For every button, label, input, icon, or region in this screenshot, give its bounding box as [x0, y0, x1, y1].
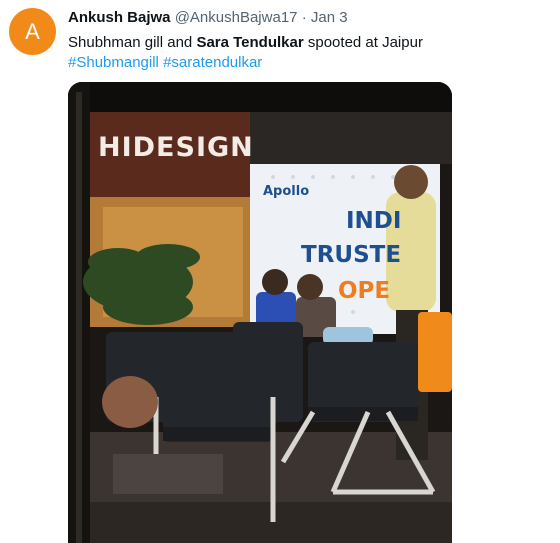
tweet-date[interactable]: Jan 3 [311, 9, 348, 26]
tweet-text-part2: spooted at Jaipur [303, 34, 423, 51]
avatar-letter: A [25, 18, 40, 44]
apollo-logo: Apollo [263, 184, 310, 199]
avatar[interactable]: A [9, 8, 56, 55]
separator-dot: · [301, 9, 307, 26]
hashtag-link-saratendulkar[interactable]: #saratendulkar [163, 54, 262, 71]
banner-text-line2: TRUSTE [301, 242, 402, 268]
tweet-text-part1: Shubhman gill and [68, 34, 197, 51]
banner-text-line3: OPE [338, 278, 391, 304]
store-sign: HIDESIGN [98, 132, 254, 163]
tweet-header: Ankush Bajwa @AnkushBajwa17 · Jan 3 [68, 9, 348, 26]
tweet-text: Shubhman gill and Sara Tendulkar spooted… [68, 33, 548, 73]
display-name[interactable]: Ankush Bajwa [68, 9, 171, 26]
banner-text-line1: INDI [346, 208, 402, 234]
tweet-text-bold: Sara Tendulkar [196, 34, 304, 51]
tweet-photo[interactable]: HIDESIGN Apollo INDI TRUSTE OPE [68, 82, 452, 543]
hashtag-link-shubmangill[interactable]: #Shubmangill [68, 54, 159, 71]
user-handle[interactable]: @AnkushBajwa17 [175, 9, 298, 26]
